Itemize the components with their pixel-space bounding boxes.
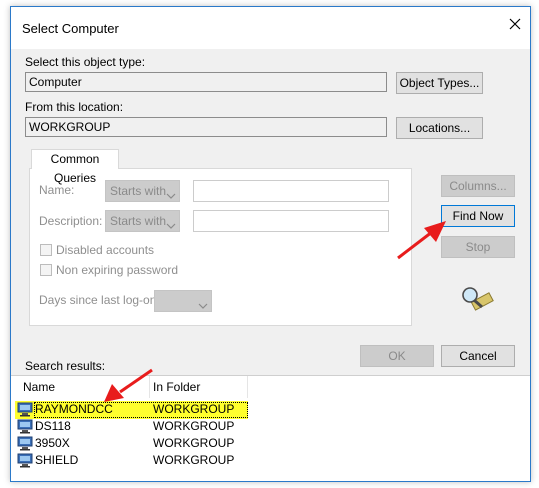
table-row[interactable]: 3950X WORKGROUP	[11, 435, 530, 452]
column-header-name[interactable]: Name	[23, 376, 55, 398]
description-label: Description:	[39, 214, 103, 228]
column-divider	[149, 376, 150, 398]
search-results-label: Search results:	[25, 359, 106, 373]
table-row[interactable]: DS118 WORKGROUP	[11, 418, 530, 435]
locations-button[interactable]: Locations...	[396, 117, 483, 139]
find-people-icon	[460, 284, 496, 314]
table-row[interactable]: SHIELD WORKGROUP	[11, 452, 530, 469]
non-expiring-password-label: Non expiring password	[56, 263, 179, 277]
description-mode-value: Starts with	[110, 214, 167, 228]
row-name: DS118	[35, 419, 71, 433]
select-computer-dialog: Select Computer Select this object type:…	[10, 6, 531, 482]
days-since-logon-label: Days since last log-on:	[39, 293, 160, 307]
find-now-button[interactable]: Find Now	[441, 205, 515, 227]
tab-common-queries[interactable]: Common Queries	[31, 149, 119, 185]
row-folder: WORKGROUP	[153, 436, 235, 450]
search-results-list[interactable]: Name In Folder RAYMONDCC WORKGROUP DS118…	[11, 375, 530, 481]
columns-button[interactable]: Columns...	[441, 175, 515, 197]
computer-icon	[17, 453, 33, 468]
object-types-button[interactable]: Object Types...	[396, 72, 483, 94]
non-expiring-password-checkbox[interactable]	[40, 264, 52, 276]
object-type-label: Select this object type:	[25, 55, 146, 69]
description-input[interactable]	[193, 210, 389, 232]
row-name: RAYMONDCC	[35, 402, 113, 416]
cancel-button[interactable]: Cancel	[441, 345, 515, 367]
name-mode-value: Starts with	[110, 184, 167, 198]
ok-button[interactable]: OK	[360, 345, 434, 367]
close-icon[interactable]	[504, 13, 526, 35]
computer-icon	[17, 436, 33, 451]
chevron-down-icon	[198, 296, 208, 316]
days-since-logon-select[interactable]	[154, 290, 212, 312]
description-mode-select[interactable]: Starts with	[105, 210, 180, 232]
window-title: Select Computer	[22, 21, 119, 36]
location-field: WORKGROUP	[25, 117, 387, 137]
computer-icon	[17, 419, 33, 434]
column-header-folder[interactable]: In Folder	[153, 376, 200, 398]
computer-icon	[17, 402, 33, 417]
location-label: From this location:	[25, 100, 124, 114]
title-bar: Select Computer	[11, 7, 530, 49]
name-input[interactable]	[193, 180, 389, 202]
row-folder: WORKGROUP	[153, 402, 235, 416]
chevron-down-icon	[166, 216, 176, 236]
row-folder: WORKGROUP	[153, 419, 235, 433]
disabled-accounts-label: Disabled accounts	[56, 243, 155, 257]
object-type-field: Computer	[25, 72, 387, 92]
disabled-accounts-checkbox[interactable]	[40, 244, 52, 256]
chevron-down-icon	[166, 186, 176, 206]
stop-button[interactable]: Stop	[441, 236, 515, 258]
table-row[interactable]: RAYMONDCC WORKGROUP	[11, 401, 530, 418]
row-folder: WORKGROUP	[153, 453, 235, 467]
column-divider	[247, 376, 248, 398]
row-name: SHIELD	[35, 453, 79, 467]
name-mode-select[interactable]: Starts with	[105, 180, 180, 202]
row-name: 3950X	[35, 436, 70, 450]
